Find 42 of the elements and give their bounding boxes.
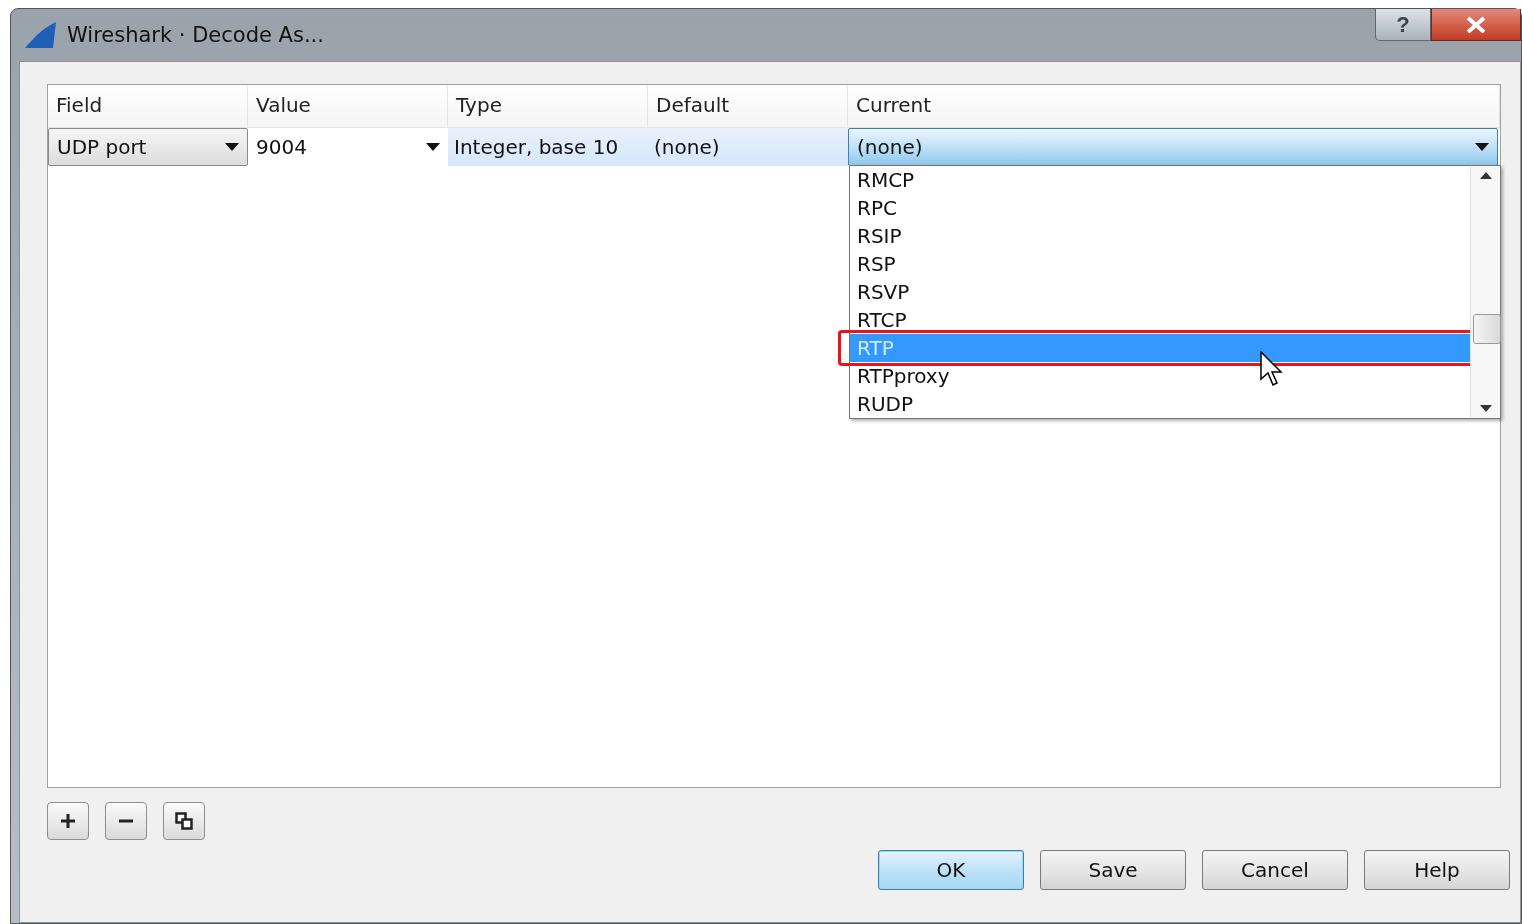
mouse-pointer-icon (1260, 351, 1284, 387)
dropdown-item[interactable]: RPC (850, 194, 1470, 222)
port-value: 9004 (256, 135, 307, 159)
copy-button[interactable] (163, 802, 205, 840)
scroll-up-icon[interactable] (1479, 172, 1492, 179)
current-value: (none) (857, 135, 923, 159)
close-button[interactable] (1431, 9, 1521, 41)
dropdown-arrow-icon (1475, 143, 1489, 151)
column-header[interactable]: Default (648, 85, 848, 127)
window-title: Wireshark · Decode As... (67, 23, 324, 47)
dropdown-item[interactable]: RSIP (850, 222, 1470, 250)
shark-fin-icon (23, 21, 57, 49)
dialog-button[interactable]: OK (878, 850, 1024, 890)
current-dropdown[interactable]: (none) (848, 128, 1498, 166)
table-cell: Integer, base 10 (448, 128, 648, 166)
dialog-button[interactable]: Help (1364, 850, 1510, 890)
dropdown-arrow-icon (225, 143, 239, 151)
plus-icon (60, 813, 76, 829)
dropdown-item[interactable]: RSVP (850, 278, 1470, 306)
dialog-button[interactable]: Cancel (1202, 850, 1348, 890)
dropdown-item[interactable]: RMCP (850, 166, 1470, 194)
dropdown-item[interactable]: RSP (850, 250, 1470, 278)
help-button[interactable]: ? (1375, 9, 1431, 41)
column-header[interactable]: Current (848, 85, 1500, 127)
column-header[interactable]: Value (248, 85, 448, 127)
scrollbar-thumb[interactable] (1473, 314, 1501, 344)
field-dropdown[interactable]: UDP port (48, 128, 248, 166)
scroll-down-icon[interactable] (1479, 405, 1492, 412)
table-cell: (none) (648, 128, 848, 166)
dropdown-item[interactable]: RTCP (850, 306, 1470, 334)
close-icon (1465, 15, 1487, 34)
dropdown-arrow-icon (426, 143, 440, 151)
column-header[interactable]: Type (448, 85, 648, 127)
dropdown-item[interactable]: RTPproxy (850, 362, 1470, 390)
copy-icon (175, 812, 193, 830)
add-button[interactable] (47, 802, 89, 840)
dropdown-item[interactable]: RUDP (850, 390, 1470, 418)
remove-button[interactable] (105, 802, 147, 840)
column-header[interactable]: Field (48, 85, 248, 127)
minus-icon (118, 819, 134, 823)
field-value: UDP port (57, 135, 147, 159)
dialog-button[interactable]: Save (1040, 850, 1186, 890)
